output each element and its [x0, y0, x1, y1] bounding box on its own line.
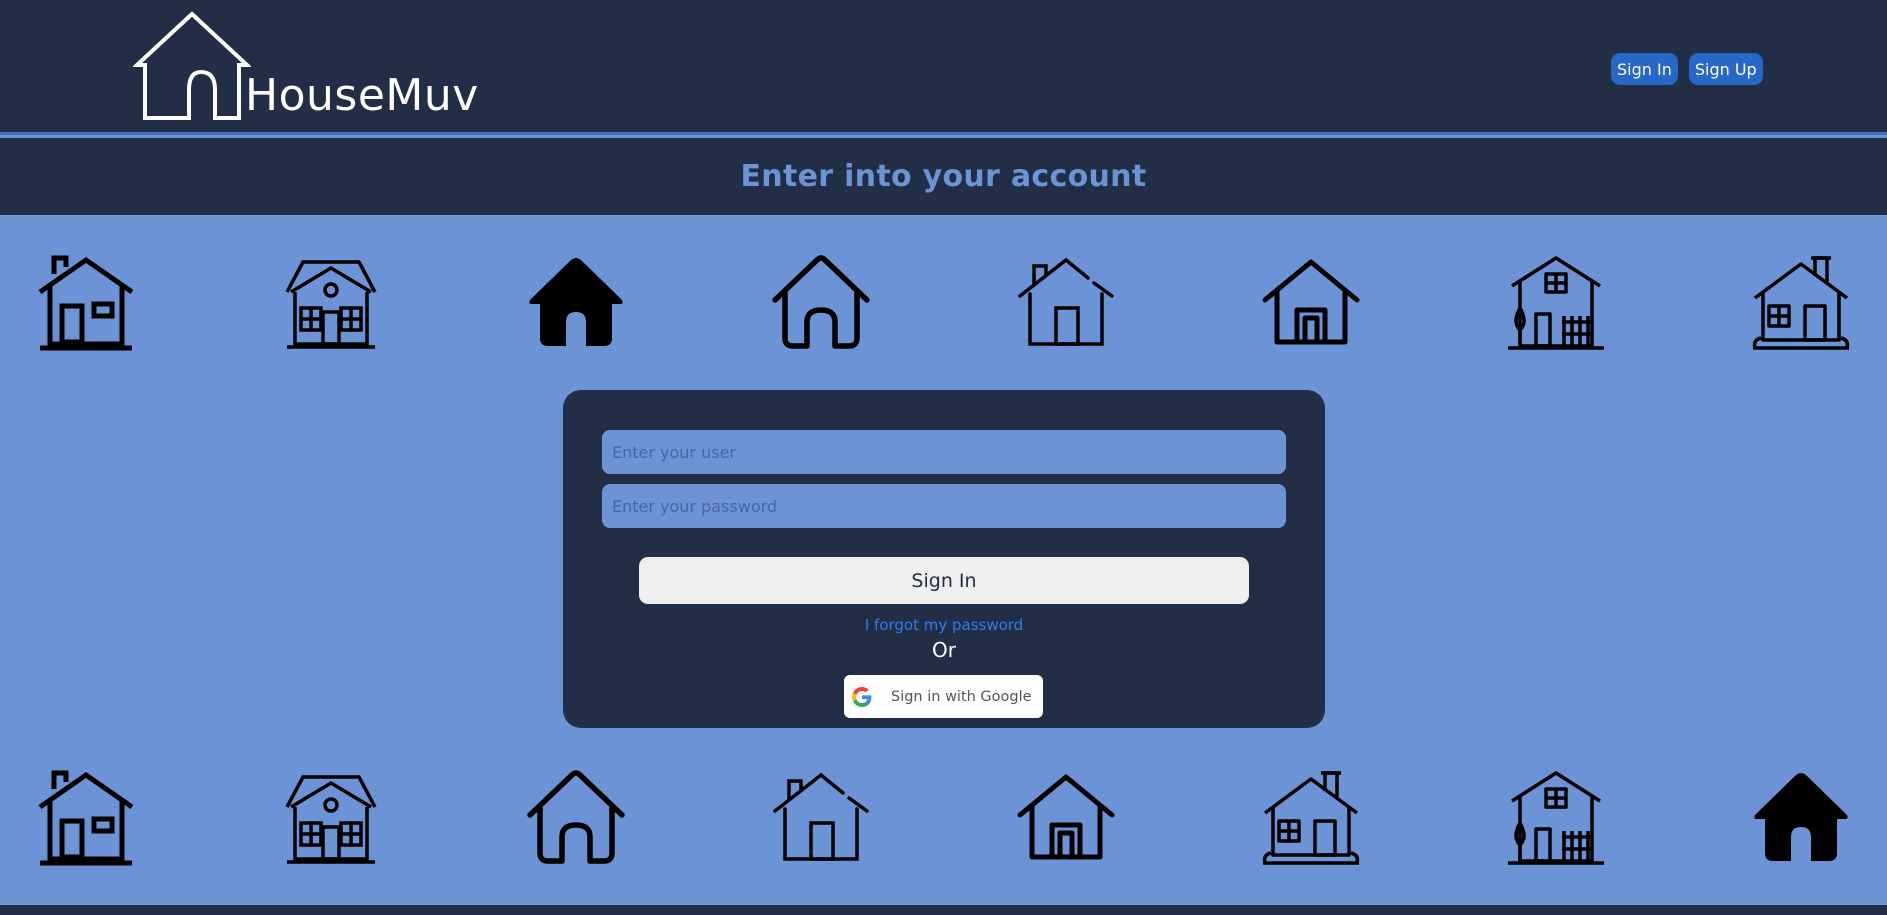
house-two-story-icon: [281, 767, 381, 867]
sign-in-button[interactable]: Sign In: [639, 557, 1249, 604]
logo[interactable]: HouseMuv: [133, 10, 479, 122]
house-row-top: [0, 252, 1887, 352]
house-square-door-icon: [1016, 767, 1116, 867]
house-two-story-icon: [281, 252, 381, 352]
house-chimney-window-icon: [36, 767, 136, 867]
footer-strip: [0, 905, 1887, 915]
house-arch-door-icon: [771, 252, 871, 352]
house-bushes-icon: [1261, 767, 1361, 867]
user-input[interactable]: [602, 430, 1286, 474]
google-sign-in-button[interactable]: Sign in with Google: [844, 675, 1043, 718]
subheader: Enter into your account: [0, 138, 1887, 215]
house-broken-outline-icon: [771, 767, 871, 867]
house-arch-door-icon: [526, 767, 626, 867]
header: HouseMuv Sign In Sign Up: [0, 0, 1887, 135]
login-card: Sign In I forgot my password Or Sign in …: [563, 390, 1325, 728]
house-solid-icon: [526, 252, 626, 352]
google-sign-in-label: Sign in with Google: [891, 688, 1032, 705]
house-bushes-icon: [1751, 252, 1851, 352]
header-nav: Sign In Sign Up: [1611, 53, 1763, 85]
forgot-password-link[interactable]: I forgot my password: [563, 616, 1325, 634]
nav-sign-up-button[interactable]: Sign Up: [1688, 53, 1763, 85]
password-input[interactable]: [602, 484, 1286, 528]
house-chimney-window-icon: [36, 252, 136, 352]
brand-name: HouseMuv: [245, 70, 479, 121]
house-solid-icon: [1751, 767, 1851, 867]
house-broken-outline-icon: [1016, 252, 1116, 352]
house-row-bottom: [0, 767, 1887, 867]
page-title: Enter into your account: [740, 159, 1147, 194]
nav-sign-in-button[interactable]: Sign In: [1611, 53, 1678, 85]
house-fence-tree-icon: [1506, 252, 1606, 352]
house-fence-tree-icon: [1506, 767, 1606, 867]
or-divider-text: Or: [932, 638, 956, 662]
house-logo-icon: [133, 10, 251, 122]
google-icon: [852, 686, 872, 707]
house-square-door-icon: [1261, 252, 1361, 352]
